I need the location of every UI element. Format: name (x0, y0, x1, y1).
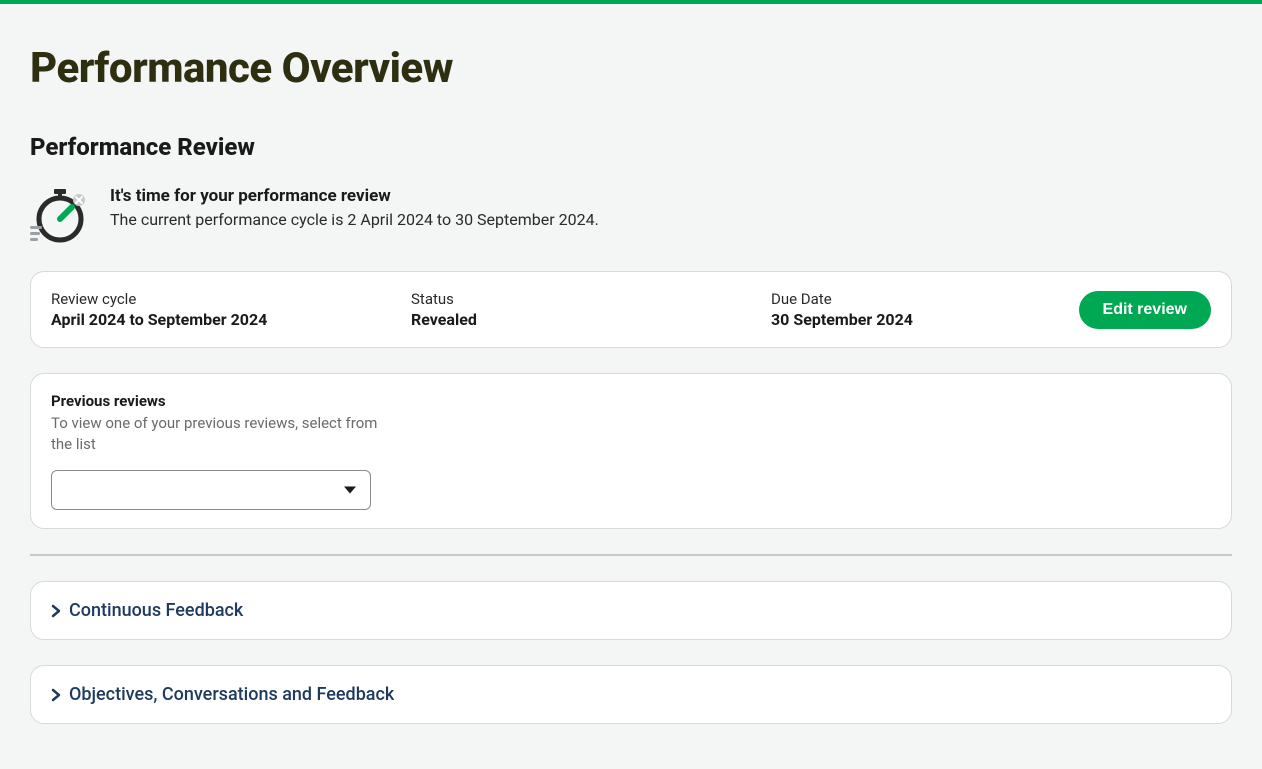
review-cycle-label: Review cycle (51, 290, 391, 308)
previous-reviews-description: To view one of your previous reviews, se… (51, 413, 381, 455)
current-review-card: Review cycle April 2024 to September 202… (30, 271, 1232, 348)
edit-review-button[interactable]: Edit review (1079, 291, 1211, 329)
review-notice: It's time for your performance review Th… (30, 186, 1232, 246)
previous-reviews-title: Previous reviews (51, 392, 1211, 410)
notice-title: It's time for your performance review (110, 186, 1232, 206)
review-due-field: Due Date 30 September 2024 (771, 290, 1059, 329)
previous-reviews-card: Previous reviews To view one of your pre… (30, 373, 1232, 529)
previous-reviews-select-wrapper (51, 470, 371, 510)
previous-reviews-select[interactable] (51, 470, 371, 510)
review-row: Review cycle April 2024 to September 202… (51, 290, 1211, 329)
review-due-value: 30 September 2024 (771, 310, 1059, 329)
accordion-title: Objectives, Conversations and Feedback (69, 684, 394, 705)
accordion-objectives-conversations-feedback[interactable]: Objectives, Conversations and Feedback (30, 665, 1232, 724)
review-due-label: Due Date (771, 290, 1059, 308)
stopwatch-icon (30, 186, 90, 246)
notice-text: It's time for your performance review Th… (110, 186, 1232, 229)
performance-review-heading: Performance Review (30, 133, 1232, 161)
chevron-right-icon (51, 688, 61, 702)
chevron-right-icon (51, 604, 61, 618)
main-container: Performance Overview Performance Review … (0, 4, 1262, 769)
notice-description: The current performance cycle is 2 April… (110, 210, 1232, 229)
review-status-field: Status Revealed (411, 290, 751, 329)
section-divider (30, 554, 1232, 556)
review-status-label: Status (411, 290, 751, 308)
review-cycle-field: Review cycle April 2024 to September 202… (51, 290, 391, 329)
page-title: Performance Overview (30, 44, 1232, 93)
review-status-value: Revealed (411, 310, 751, 329)
review-cycle-value: April 2024 to September 2024 (51, 310, 391, 329)
accordion-continuous-feedback[interactable]: Continuous Feedback (30, 581, 1232, 640)
accordion-title: Continuous Feedback (69, 600, 243, 621)
